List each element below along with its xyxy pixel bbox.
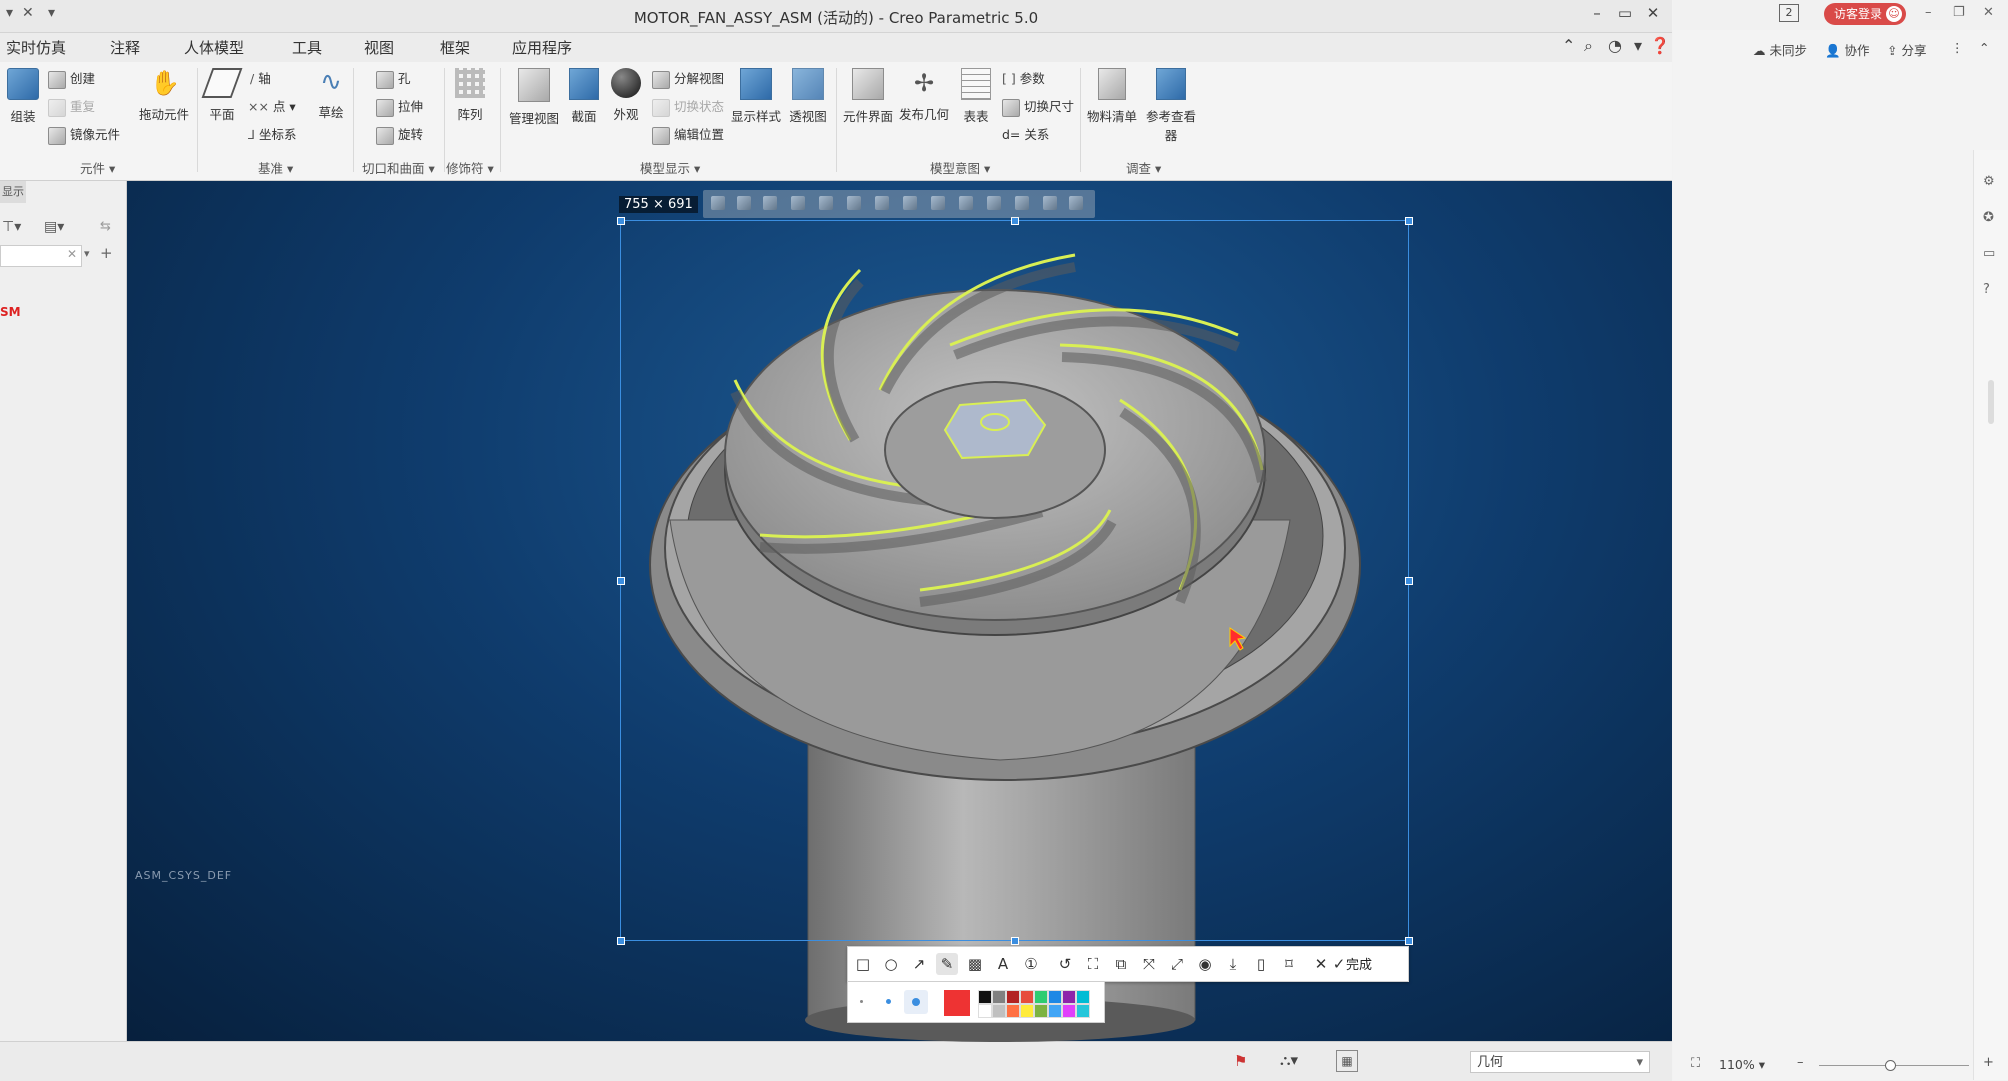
color-swatch[interactable] bbox=[978, 1004, 992, 1018]
spin-center-icon[interactable] bbox=[987, 196, 1001, 210]
long-capture-icon[interactable]: ⤧ bbox=[1138, 953, 1160, 975]
resize-handle-b[interactable] bbox=[1011, 937, 1019, 945]
share-button[interactable]: ⇪ 分享 bbox=[1887, 40, 1926, 59]
refit-icon[interactable] bbox=[711, 196, 725, 210]
people-icon: 👤 bbox=[1825, 43, 1845, 58]
screenshot-selection[interactable] bbox=[620, 220, 1409, 941]
rectangle-tool-icon[interactable]: □ bbox=[852, 953, 874, 975]
sync-status[interactable]: ☁ 未同步 bbox=[1753, 40, 1807, 59]
share-label: 分享 bbox=[1901, 43, 1927, 58]
size-large-dot bbox=[912, 998, 920, 1006]
size-small-dot[interactable] bbox=[860, 1000, 863, 1003]
help-icon[interactable]: ? bbox=[1983, 282, 1990, 297]
resize-handle-bl[interactable] bbox=[617, 937, 625, 945]
collaborate-label: 协作 bbox=[1844, 43, 1870, 58]
graphics-view-toolbar bbox=[703, 190, 1095, 218]
pin-icon[interactable]: ✪ bbox=[1983, 210, 1994, 225]
resize-handle-tl[interactable] bbox=[617, 217, 625, 225]
collapse-icon[interactable]: ⌃ bbox=[1979, 40, 1989, 55]
translate-icon[interactable]: ⧉ bbox=[1110, 953, 1132, 975]
color-swatch[interactable] bbox=[1034, 990, 1048, 1004]
ellipse-tool-icon[interactable]: ○ bbox=[880, 953, 902, 975]
collaborate-button[interactable]: 👤 协作 bbox=[1825, 40, 1870, 59]
color-swatch[interactable] bbox=[1048, 1004, 1062, 1018]
color-swatch[interactable] bbox=[1020, 990, 1034, 1004]
annotation-display-icon[interactable] bbox=[959, 196, 973, 210]
resize-handle-l[interactable] bbox=[617, 577, 625, 585]
cloud-icon: ☁ bbox=[1753, 43, 1770, 58]
adjust-icon[interactable]: ⚙ bbox=[1983, 174, 1995, 189]
close-button[interactable]: ✕ bbox=[1983, 5, 1994, 20]
mosaic-tool-icon[interactable]: ▩ bbox=[964, 953, 986, 975]
ocr-icon[interactable]: ⛶ bbox=[1082, 953, 1104, 975]
zoom-in-icon[interactable] bbox=[737, 196, 751, 210]
color-swatch[interactable] bbox=[1076, 990, 1090, 1004]
color-swatch[interactable] bbox=[1062, 990, 1076, 1004]
number-tool-icon[interactable]: ① bbox=[1020, 953, 1042, 975]
display-style-icon[interactable] bbox=[819, 196, 833, 210]
more-view-icon[interactable] bbox=[1069, 196, 1083, 210]
save-to-doc-icon[interactable]: ▯ bbox=[1250, 953, 1272, 975]
resize-handle-br[interactable] bbox=[1405, 937, 1413, 945]
avatar: ☺ bbox=[1886, 6, 1902, 22]
sync-label: 未同步 bbox=[1769, 43, 1807, 58]
size-medium-dot[interactable] bbox=[886, 999, 891, 1004]
text-tool-icon[interactable]: A bbox=[992, 953, 1014, 975]
color-swatch[interactable] bbox=[1020, 1004, 1034, 1018]
login-button[interactable]: 访客登录 ☺ bbox=[1824, 3, 1906, 25]
restore-button[interactable]: ❐ bbox=[1953, 5, 1965, 20]
arrow-tool-icon[interactable]: ↗ bbox=[908, 953, 930, 975]
saved-orientations-icon[interactable] bbox=[847, 196, 861, 210]
more-icon[interactable]: ⋮ bbox=[1951, 40, 1964, 55]
page-count-badge[interactable]: 2 bbox=[1779, 4, 1799, 22]
side-tool-column: ⚙ ✪ ▭ ? bbox=[1973, 150, 2008, 1080]
zoom-slider-knob[interactable] bbox=[1885, 1060, 1896, 1071]
record-icon[interactable]: ◉ bbox=[1194, 953, 1216, 975]
annotation-color-palette bbox=[847, 981, 1105, 1023]
capture-annotation-toolbar: □ ○ ↗ ✎ ▩ A ① ↺ ⛶ ⧉ ⤧ ⤢ ◉ ⤓ ▯ ⌑ ✕ ✓ 完成 bbox=[847, 946, 1409, 982]
color-swatches bbox=[974, 988, 1104, 1018]
resize-handle-t[interactable] bbox=[1011, 217, 1019, 225]
color-swatch[interactable] bbox=[992, 990, 1006, 1004]
color-swatch[interactable] bbox=[1076, 1004, 1090, 1018]
color-swatch[interactable] bbox=[1034, 1004, 1048, 1018]
share-icon: ⇪ bbox=[1887, 43, 1902, 58]
zoom-level[interactable]: 110% ▾ bbox=[1719, 1057, 1765, 1072]
side-app-titlebar: 2 访客登录 ☺ – ❐ ✕ bbox=[1673, 0, 2008, 30]
appearance-view-icon[interactable] bbox=[1043, 196, 1057, 210]
selected-color-swatch[interactable] bbox=[944, 990, 970, 1016]
color-swatch[interactable] bbox=[992, 1004, 1006, 1018]
done-button[interactable]: 完成 bbox=[1346, 954, 1372, 973]
perspective-view-icon[interactable] bbox=[903, 196, 917, 210]
download-icon[interactable]: ⤓ bbox=[1222, 953, 1244, 975]
zoom-in-icon[interactable]: + bbox=[1983, 1055, 1994, 1070]
datum-display-icon[interactable] bbox=[931, 196, 945, 210]
minimize-button[interactable]: – bbox=[1925, 5, 1932, 20]
scrollbar-thumb[interactable] bbox=[1988, 380, 1994, 424]
repaint-icon[interactable] bbox=[791, 196, 805, 210]
login-label: 访客登录 bbox=[1834, 7, 1883, 21]
color-swatch[interactable] bbox=[1048, 990, 1062, 1004]
color-swatch[interactable] bbox=[1006, 990, 1020, 1004]
resize-handle-r[interactable] bbox=[1405, 577, 1413, 585]
zoom-out-icon[interactable] bbox=[763, 196, 777, 210]
pen-tool-icon[interactable]: ✎ bbox=[936, 953, 958, 975]
bookmark-icon[interactable]: ⌑ bbox=[1278, 953, 1300, 975]
fit-page-icon[interactable]: ⛶ bbox=[1691, 1056, 1700, 1071]
size-large-button[interactable] bbox=[904, 990, 928, 1014]
resize-handle-tr[interactable] bbox=[1405, 217, 1413, 225]
side-app-panel: 2 访客登录 ☺ – ❐ ✕ ☁ 未同步 👤 协作 ⇪ 分享 ⋮ ⌃ ⚙ ✪ ▭… bbox=[1673, 0, 2008, 1080]
color-swatch[interactable] bbox=[1062, 1004, 1076, 1018]
pin-icon[interactable]: ⤢ bbox=[1166, 953, 1188, 975]
color-swatch[interactable] bbox=[978, 990, 992, 1004]
color-swatch[interactable] bbox=[1006, 1004, 1020, 1018]
undo-icon[interactable]: ↺ bbox=[1054, 953, 1076, 975]
view-manager-icon[interactable] bbox=[875, 196, 889, 210]
selection-dimensions: 755 × 691 bbox=[619, 196, 698, 213]
zoom-value: 110% bbox=[1719, 1057, 1755, 1072]
zoom-out-icon[interactable]: – bbox=[1797, 1055, 1804, 1070]
window-icon[interactable]: ▭ bbox=[1983, 246, 1995, 261]
section-view-icon[interactable] bbox=[1015, 196, 1029, 210]
